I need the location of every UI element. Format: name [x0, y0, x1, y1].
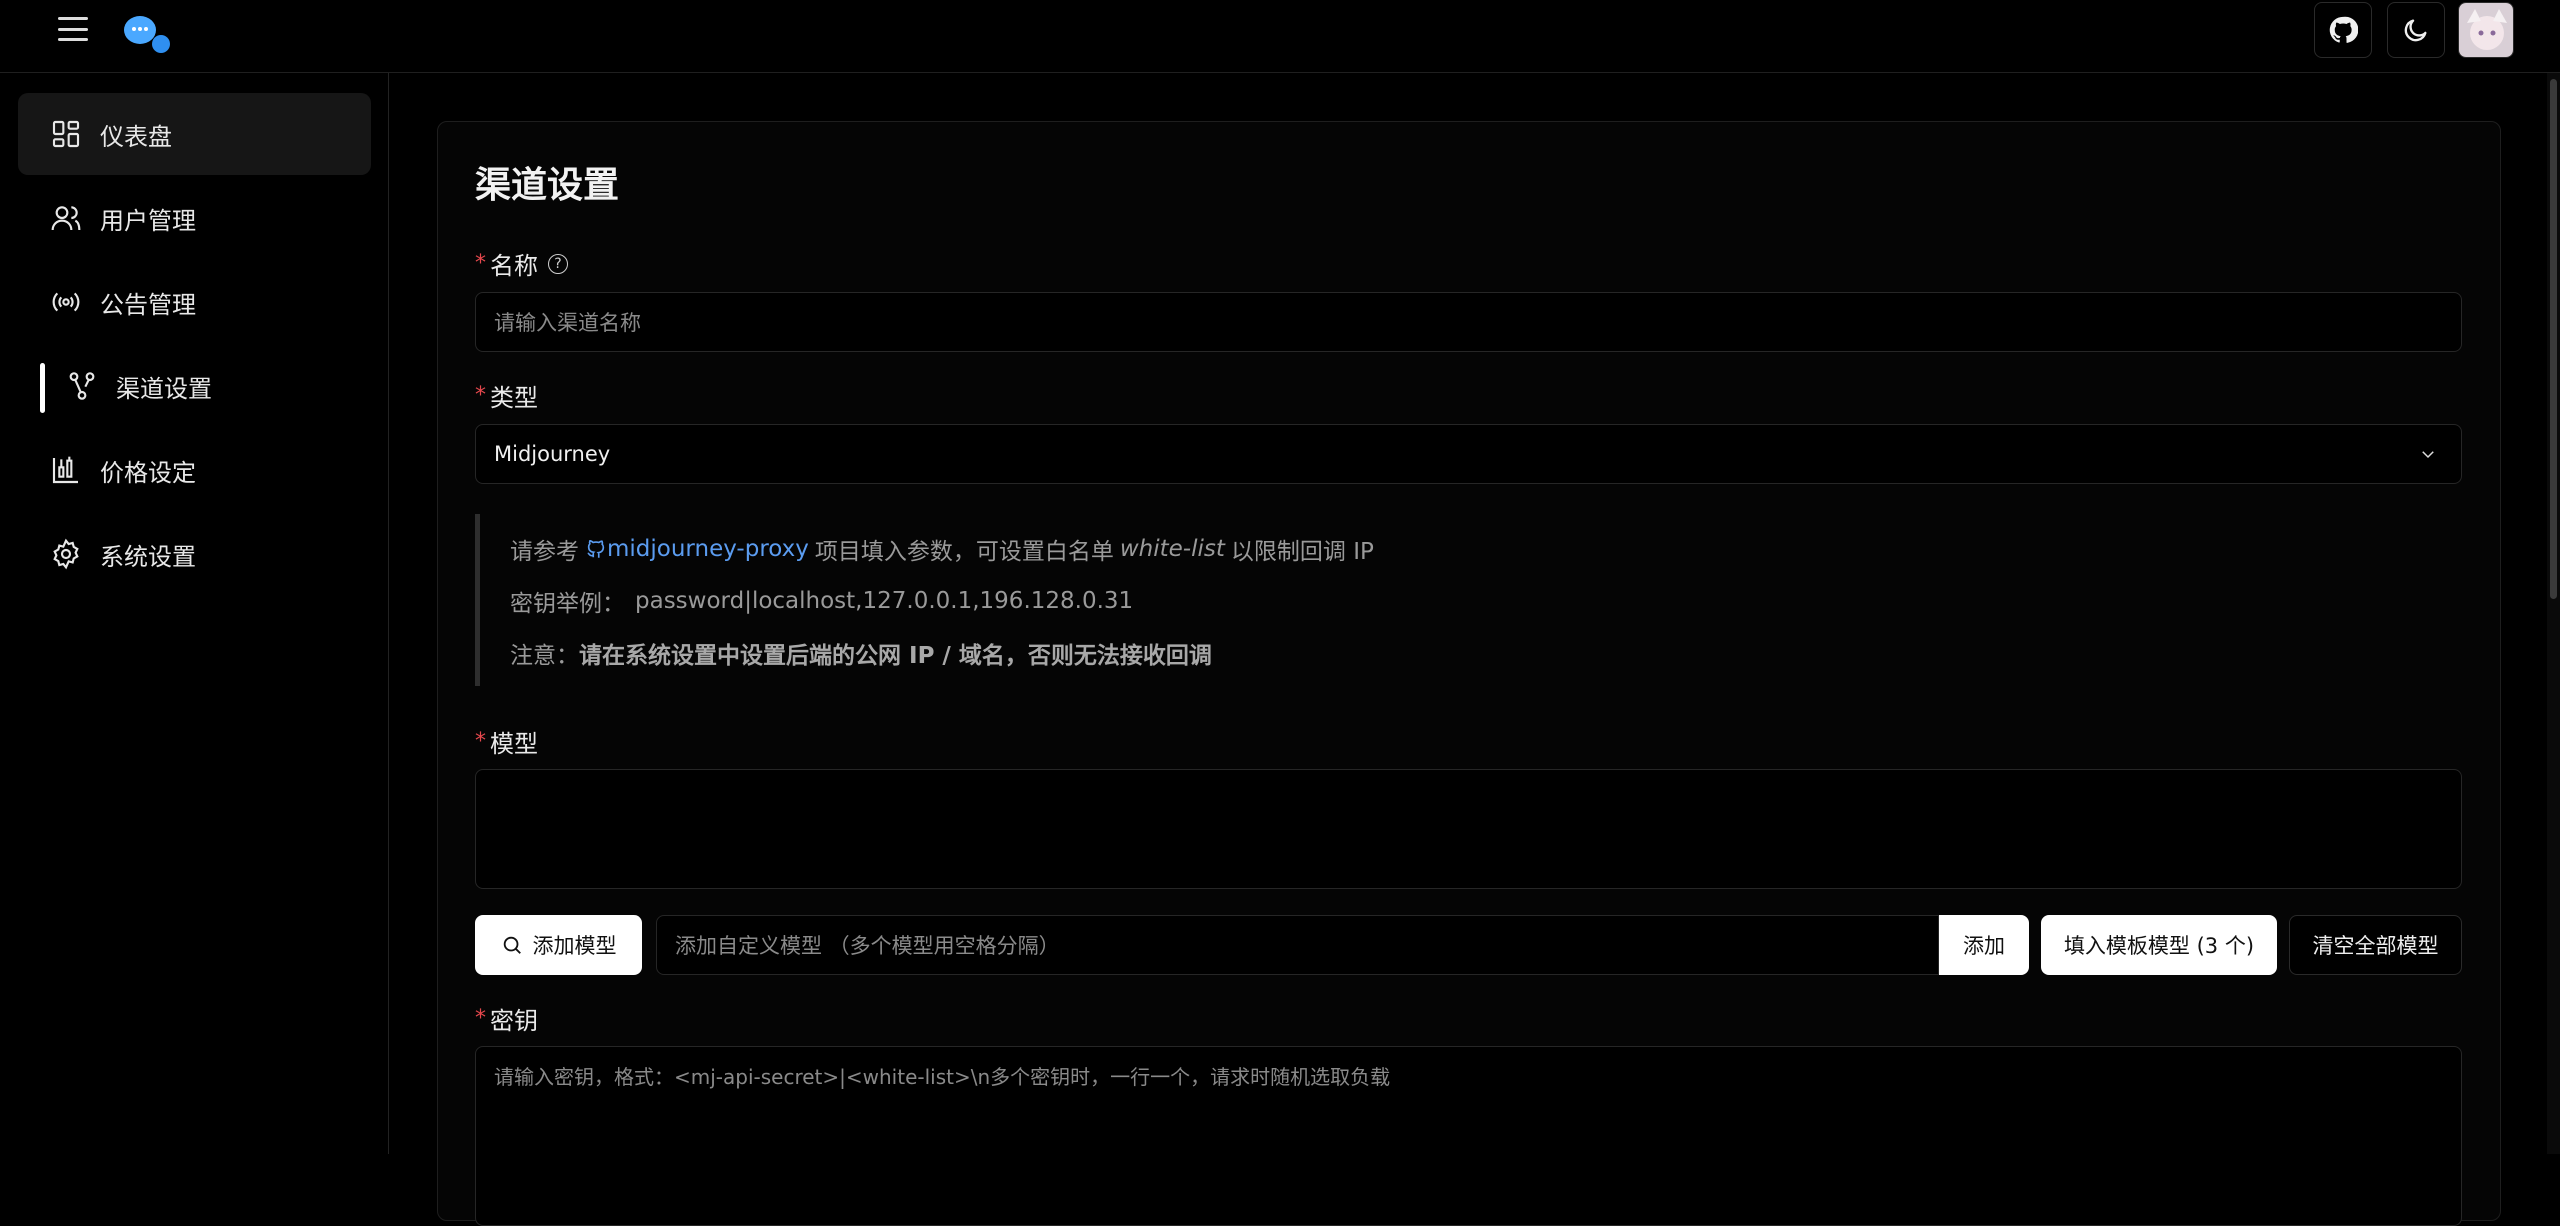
scrollbar-thumb[interactable]: [2550, 79, 2557, 599]
required-mark: *: [475, 1006, 486, 1031]
channel-icon: [64, 368, 100, 404]
required-mark: *: [475, 251, 486, 276]
dashboard-icon: [48, 116, 84, 152]
model-label: * 模型: [475, 724, 538, 759]
required-mark: *: [475, 729, 486, 754]
note-text: 以限制回调 IP: [1230, 539, 1374, 565]
clear-all-models-button[interactable]: 清空全部模型: [2289, 915, 2462, 975]
add-custom-model-button[interactable]: 添加: [1939, 915, 2029, 975]
sidebar-item-pricing[interactable]: 价格设定: [18, 429, 371, 511]
sidebar-item-label: 仪表盘: [100, 122, 172, 151]
note-text: 请参考: [510, 539, 579, 565]
type-select-value: Midjourney: [494, 442, 611, 466]
name-input[interactable]: 请输入渠道名称: [475, 292, 2462, 352]
custom-model-input[interactable]: 添加自定义模型 （多个模型用空格分隔）: [656, 915, 1939, 975]
sidebar-item-settings[interactable]: 系统设置: [18, 513, 371, 595]
note-warning: 请在系统设置中设置后端的公网 IP / 域名，否则无法接收回调: [579, 643, 1212, 669]
key-label: * 密钥: [475, 1001, 538, 1036]
note-line-3: 注意： 请在系统设置中设置后端的公网 IP / 域名，否则无法接收回调: [510, 636, 1212, 670]
sidebar-item-label: 系统设置: [100, 542, 196, 571]
github-icon: [2329, 16, 2358, 43]
broadcast-icon: [48, 284, 84, 320]
note-line-2: 密钥举例： password|localhost,127.0.0.1,196.1…: [510, 584, 1133, 618]
chevron-down-icon: [2422, 451, 2434, 459]
page-title: 渠道设置: [475, 165, 620, 206]
sidebar-item-channels[interactable]: 渠道设置: [18, 345, 371, 427]
pricing-icon: [48, 452, 84, 488]
note-line-1: 请参考 midjourney-proxy 项目填入参数，可设置白名单 white…: [510, 532, 1374, 566]
key-label-text: 密钥: [490, 1007, 538, 1035]
sidebar-item-users[interactable]: 用户管理: [18, 177, 371, 259]
info-note: 请参考 midjourney-proxy 项目填入参数，可设置白名单 white…: [475, 514, 2462, 686]
sidebar-item-label: 渠道设置: [116, 374, 212, 403]
top-bar: [0, 0, 2560, 73]
sidebar-item-label: 公告管理: [100, 290, 196, 319]
channel-form-card: 渠道设置 * 名称 ? 请输入渠道名称 * 类型 Midjourney 请参考 …: [437, 121, 2501, 1226]
github-button[interactable]: [2314, 2, 2372, 58]
model-label-text: 模型: [490, 730, 538, 758]
key-textarea[interactable]: 请输入密钥，格式：<mj-api-secret>|<white-list>\n多…: [475, 1046, 2462, 1226]
note-text: 项目填入参数，可设置白名单: [814, 539, 1114, 565]
sidebar-item-announcements[interactable]: 公告管理: [18, 261, 371, 343]
logo-icon[interactable]: [120, 12, 176, 54]
search-icon: [503, 936, 521, 954]
github-icon: [587, 540, 605, 558]
name-label: * 名称 ?: [475, 246, 568, 281]
type-select[interactable]: Midjourney: [475, 424, 2462, 484]
help-icon[interactable]: ?: [548, 253, 568, 274]
sidebar-item-label: 价格设定: [100, 458, 196, 487]
sidebar: 仪表盘 用户管理 公告管理 渠道设置 价格设定 系统设置: [0, 73, 389, 1154]
type-label-text: 类型: [490, 384, 538, 412]
moon-icon: [2404, 19, 2427, 42]
scrollbar[interactable]: [2547, 73, 2560, 1154]
sidebar-item-dashboard[interactable]: 仪表盘: [18, 93, 371, 175]
add-model-button[interactable]: 添加模型: [475, 915, 642, 975]
note-text: 密钥举例：: [510, 591, 625, 617]
sidebar-item-label: 用户管理: [100, 206, 196, 235]
add-model-label: 添加模型: [532, 934, 617, 958]
name-label-text: 名称: [490, 252, 538, 280]
link-text: midjourney-proxy: [607, 536, 809, 562]
theme-toggle-button[interactable]: [2387, 2, 2445, 58]
white-list-term: white-list: [1119, 536, 1225, 562]
avatar[interactable]: [2458, 2, 2514, 58]
settings-icon: [48, 536, 84, 572]
key-example: password|localhost,127.0.0.1,196.128.0.3…: [635, 588, 1134, 614]
note-text: 注意：: [510, 643, 579, 669]
fill-template-models-button[interactable]: 填入模板模型 (3 个): [2041, 915, 2277, 975]
users-icon: [48, 200, 84, 236]
model-select[interactable]: [475, 769, 2462, 889]
menu-icon[interactable]: [56, 14, 90, 44]
midjourney-proxy-link[interactable]: midjourney-proxy: [585, 536, 809, 562]
required-mark: *: [475, 383, 486, 408]
type-label: * 类型: [475, 378, 538, 413]
